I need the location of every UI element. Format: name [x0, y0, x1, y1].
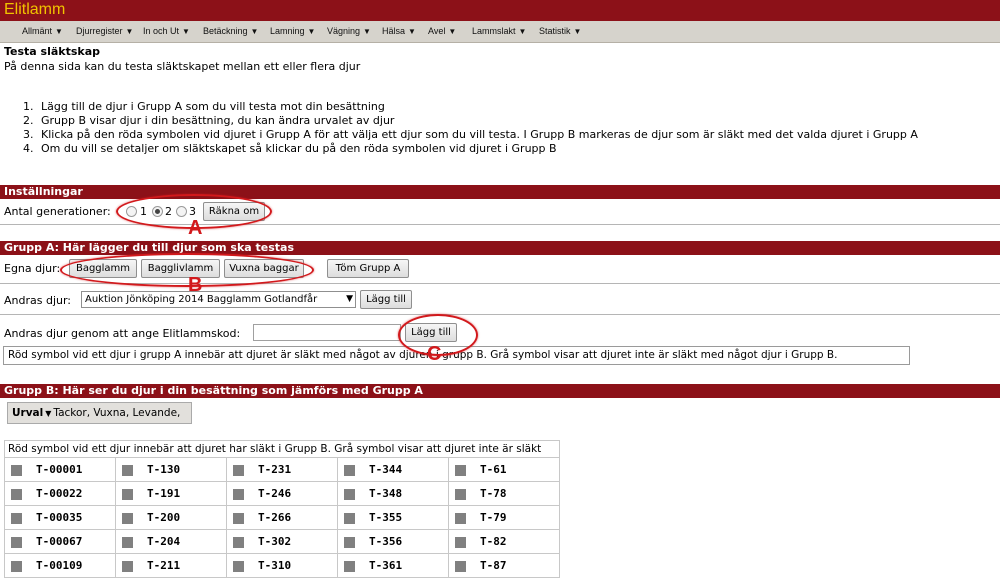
chevron-down-icon: ▼: [408, 27, 416, 36]
relation-symbol-icon[interactable]: [455, 488, 466, 500]
others-animals-select[interactable]: Auktion Jönköping 2014 Bagglamm Gotlandf…: [81, 291, 356, 308]
relation-symbol-icon[interactable]: [122, 464, 133, 476]
animal-cell: T-266: [226, 505, 338, 530]
animal-cell: T-00022: [4, 481, 116, 506]
table-row: T-00035 T-200 T-266 T-355 T-79: [4, 505, 560, 530]
selection-filter-label: Urval: [12, 407, 44, 419]
add-animal-button[interactable]: Lägg till: [360, 290, 412, 309]
group-b-table: Röd symbol vid ett djur innebär att djur…: [4, 440, 560, 578]
relation-symbol-icon[interactable]: [122, 536, 133, 548]
relation-symbol-icon[interactable]: [344, 464, 355, 476]
page-description: På denna sida kan du testa släktskapet m…: [4, 60, 361, 73]
animal-cell: T-231: [226, 457, 338, 482]
caret-down-icon: ▼: [45, 409, 52, 418]
relation-symbol-icon[interactable]: [11, 464, 22, 476]
animal-cell: T-356: [337, 529, 449, 554]
app-logo[interactable]: Elitlamm: [4, 1, 65, 19]
instruction-item: 4. Om du vill se detaljer om släktskapet …: [23, 142, 557, 155]
animal-cell: T-00035: [4, 505, 116, 530]
animal-cell: T-61: [448, 457, 560, 482]
relation-symbol-icon[interactable]: [233, 512, 244, 524]
relation-symbol-icon[interactable]: [11, 536, 22, 548]
menu-betackning[interactable]: Betäckning ▼: [203, 26, 258, 36]
relation-symbol-icon[interactable]: [233, 488, 244, 500]
instruction-item: 1. Lägg till de djur i Grupp A som du vil…: [23, 100, 385, 113]
main-menu: Allmänt ▼ Djurregister ▼ In och Ut ▼ Betäck…: [0, 21, 1000, 43]
menu-lamning[interactable]: Lamning ▼: [270, 26, 315, 36]
relation-symbol-icon[interactable]: [344, 560, 355, 572]
animal-cell: T-200: [115, 505, 227, 530]
animal-cell: T-246: [226, 481, 338, 506]
menu-halsa[interactable]: Hälsa ▼: [382, 26, 416, 36]
annotation-label-b: B: [188, 274, 203, 296]
relation-symbol-icon[interactable]: [455, 536, 466, 548]
own-animals-label: Egna djur:: [4, 262, 61, 275]
clear-group-a-button[interactable]: Töm Grupp A: [327, 259, 409, 278]
animal-cell: T-348: [337, 481, 449, 506]
chevron-down-icon: ▼: [518, 27, 527, 36]
animal-cell: T-302: [226, 529, 338, 554]
relation-symbol-icon[interactable]: [344, 536, 355, 548]
group-b-table-header: Röd symbol vid ett djur innebär att djur…: [4, 440, 560, 458]
menu-statistik[interactable]: Statistik ▼: [539, 26, 581, 36]
group-b-header: Grupp B: Här ser du djur i din besättnin…: [0, 384, 1000, 398]
relation-symbol-icon[interactable]: [233, 464, 244, 476]
relation-symbol-icon[interactable]: [122, 560, 133, 572]
menu-vagning[interactable]: Vägning ▼: [327, 26, 371, 36]
animal-cell: T-355: [337, 505, 449, 530]
table-row: T-00001 T-130 T-231 T-344 T-61: [4, 457, 560, 482]
relation-symbol-icon[interactable]: [11, 488, 22, 500]
relation-symbol-icon[interactable]: [11, 512, 22, 524]
chevron-down-icon: ▼: [250, 27, 259, 36]
animal-cell: T-82: [448, 529, 560, 554]
instruction-item: 3. Klicka på den röda symbolen vid djuret…: [23, 128, 918, 141]
table-row: T-00067 T-204 T-302 T-356 T-82: [4, 529, 560, 554]
relation-symbol-icon[interactable]: [11, 560, 22, 572]
divider: [0, 314, 1000, 315]
animal-cell: T-00001: [4, 457, 116, 482]
relation-symbol-icon[interactable]: [122, 488, 133, 500]
page-title: Testa släktskap: [4, 45, 101, 58]
menu-lammslakt[interactable]: Lammslakt ▼: [472, 26, 526, 36]
relation-symbol-icon[interactable]: [344, 488, 355, 500]
app-header: Elitlamm: [0, 0, 1000, 21]
instruction-item: 2. Grupp B visar djur i din besättning, d…: [23, 114, 395, 127]
relation-symbol-icon[interactable]: [455, 512, 466, 524]
chevron-down-icon: ▼: [55, 27, 63, 36]
chevron-down-icon: ▼: [573, 27, 582, 36]
animal-cell: T-00067: [4, 529, 116, 554]
relation-symbol-icon[interactable]: [122, 512, 133, 524]
chevron-down-icon: ▼: [448, 27, 457, 36]
annotation-ring-b: [60, 253, 314, 287]
animal-cell: T-79: [448, 505, 560, 530]
menu-avel[interactable]: Avel ▼: [428, 26, 456, 36]
selection-filter-value: Tackor, Vuxna, Levande,: [53, 407, 181, 419]
chevron-down-icon: ▼: [346, 294, 353, 304]
chevron-down-icon: ▼: [307, 27, 316, 36]
chevron-down-icon: ▼: [363, 27, 371, 36]
animal-cell: T-130: [115, 457, 227, 482]
elitlamm-code-input[interactable]: [253, 324, 401, 341]
chevron-down-icon: ▼: [182, 27, 190, 36]
animal-cell: T-204: [115, 529, 227, 554]
chevron-down-icon: ▼: [125, 27, 134, 36]
elitlamm-code-label: Andras djur genom att ange Elitlammskod:: [4, 327, 241, 340]
annotation-label-a: A: [188, 217, 203, 239]
annotation-label-c: C: [427, 343, 442, 365]
animal-cell: T-344: [337, 457, 449, 482]
relation-symbol-icon[interactable]: [233, 536, 244, 548]
menu-in-och-ut[interactable]: In och Ut ▼: [143, 26, 190, 36]
relation-symbol-icon[interactable]: [344, 512, 355, 524]
table-row: T-00022 T-191 T-246 T-348 T-78: [4, 481, 560, 506]
relation-symbol-icon[interactable]: [455, 560, 466, 572]
relation-symbol-icon[interactable]: [455, 464, 466, 476]
menu-allmant[interactable]: Allmänt ▼: [22, 26, 63, 36]
menu-djurregister[interactable]: Djurregister ▼: [76, 26, 133, 36]
animal-cell: T-78: [448, 481, 560, 506]
generations-label: Antal generationer:: [4, 205, 111, 218]
animal-cell: T-191: [115, 481, 227, 506]
relation-symbol-icon[interactable]: [233, 560, 244, 572]
selection-filter[interactable]: Urval ▼ Tackor, Vuxna, Levande,: [7, 402, 192, 424]
others-animals-label: Andras djur:: [4, 294, 72, 307]
